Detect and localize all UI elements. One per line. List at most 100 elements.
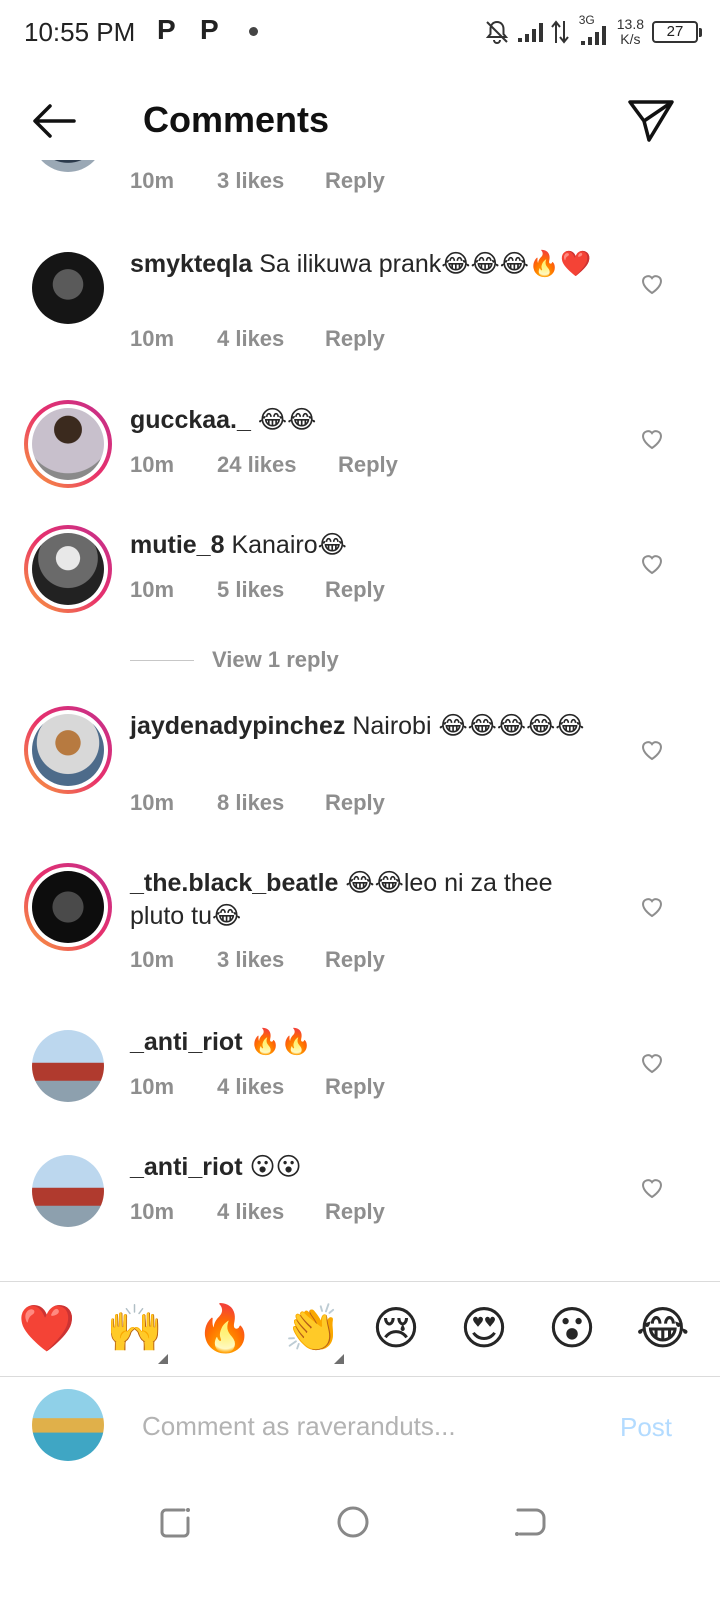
avatar[interactable]: [32, 1030, 104, 1102]
comment-time: 10m: [130, 577, 175, 602]
comment-time: 10m: [130, 790, 175, 815]
avatar[interactable]: [24, 706, 112, 794]
comment-item: smykteqla Sa ilikuwa prank😂😂😂🔥❤️ 10m 4 l…: [0, 246, 720, 386]
heart-icon[interactable]: [640, 428, 664, 450]
comment-username[interactable]: gucckaa._: [130, 406, 251, 434]
comment-time: 10m: [130, 1199, 175, 1224]
header: Comments: [0, 66, 720, 172]
red-heart-emoji-button[interactable]: ❤️: [18, 1300, 75, 1356]
crying-face-emoji-button[interactable]: 😢: [372, 1300, 420, 1356]
comment-meta: 10m 3 likes Reply: [130, 168, 385, 194]
reply-button[interactable]: Reply: [325, 790, 385, 816]
signal-3g-icon: 3G: [577, 13, 609, 45]
share-button[interactable]: [624, 94, 676, 146]
view-replies-button[interactable]: View 1 reply: [130, 647, 339, 673]
avatar[interactable]: [32, 160, 104, 172]
app-notification-icon: P: [157, 14, 176, 45]
reply-button[interactable]: Reply: [325, 168, 385, 194]
comment-item: jaydenadypinchez Nairobi 😂😂😂😂😂 10m 8 lik…: [0, 706, 720, 846]
likes-count[interactable]: 4 likes: [217, 326, 325, 352]
status-time: 10:55 PM: [24, 17, 136, 47]
comment-item: _anti_riot 🔥🔥 10m 4 likes Reply: [0, 1026, 720, 1136]
avatar[interactable]: [32, 252, 104, 324]
heart-eyes-emoji-button[interactable]: 😍: [460, 1300, 508, 1356]
comment-text: jaydenadypinchez Nairobi 😂😂😂😂😂: [130, 710, 600, 743]
heart-icon[interactable]: [640, 1052, 664, 1074]
clapping-hands-emoji-button[interactable]: 👏: [284, 1300, 341, 1356]
current-user-avatar: [32, 1389, 104, 1461]
comment-meta: 10m 4 likes Reply: [130, 1074, 385, 1100]
paper-plane-icon: [628, 100, 674, 142]
avatar[interactable]: [24, 400, 112, 488]
comment-text: mutie_8 Kanairo😂: [130, 529, 610, 562]
likes-count[interactable]: 3 likes: [217, 168, 325, 194]
speed-value: 13.8: [616, 16, 644, 32]
reply-button[interactable]: Reply: [325, 326, 385, 352]
comment-meta: 10m 3 likes Reply: [130, 947, 385, 973]
heart-icon[interactable]: [640, 739, 664, 761]
comment-username[interactable]: mutie_8: [130, 531, 224, 559]
comment-username[interactable]: smykteqla: [130, 250, 252, 278]
page-title: Comments: [143, 99, 330, 140]
likes-count[interactable]: 5 likes: [217, 577, 325, 603]
battery-level: 27: [666, 23, 684, 40]
comment-item: 10m 3 likes Reply: [0, 160, 720, 210]
avatar[interactable]: [24, 863, 112, 951]
reply-button[interactable]: Reply: [325, 947, 385, 973]
comment-body: Kanairo😂: [231, 531, 347, 559]
comments-list[interactable]: 10m 3 likes Reply smykteqla Sa ilikuwa p…: [0, 160, 720, 1286]
app-notification-icon: P: [200, 14, 219, 45]
comment-input[interactable]: [142, 1404, 582, 1448]
comment-text: _the.black_beatle 😂😂leo ni za thee pluto…: [130, 867, 600, 933]
likes-count[interactable]: 24 likes: [217, 452, 338, 478]
likes-count[interactable]: 8 likes: [217, 790, 325, 816]
likes-count[interactable]: 3 likes: [217, 947, 325, 973]
comment-username[interactable]: jaydenadypinchez: [130, 712, 345, 740]
recent-apps-icon[interactable]: [154, 1500, 198, 1544]
likes-count[interactable]: 4 likes: [217, 1199, 325, 1225]
comment-time: 10m: [130, 947, 175, 972]
avatar[interactable]: [32, 1155, 104, 1227]
reply-button[interactable]: Reply: [338, 452, 398, 478]
comment-username[interactable]: _anti_riot: [130, 1028, 243, 1056]
reply-button[interactable]: Reply: [325, 577, 385, 603]
view-replies-label: View 1 reply: [212, 647, 339, 672]
comment-text: _anti_riot 😮😮: [130, 1151, 610, 1184]
more-notifications-dot: [249, 27, 258, 36]
post-button[interactable]: Post: [620, 1412, 672, 1443]
reply-button[interactable]: Reply: [325, 1199, 385, 1225]
reply-button[interactable]: Reply: [325, 1074, 385, 1100]
back-nav-icon[interactable]: [508, 1500, 552, 1544]
comment-text: _anti_riot 🔥🔥: [130, 1026, 610, 1059]
comment-time: 10m: [130, 1074, 175, 1099]
comment-text: smykteqla Sa ilikuwa prank😂😂😂🔥❤️: [130, 248, 610, 281]
tears-of-joy-emoji-button[interactable]: 😂: [636, 1300, 690, 1356]
heart-icon[interactable]: [640, 273, 664, 295]
comment-meta: 10m 8 likes Reply: [130, 790, 385, 816]
comment-body: Sa ilikuwa prank😂😂😂🔥❤️: [259, 250, 592, 278]
system-navigation-bar: [0, 1480, 720, 1600]
comment-username[interactable]: _anti_riot: [130, 1153, 243, 1181]
status-indicators: 3G 13.8 K/s 27: [484, 13, 702, 50]
comment-username[interactable]: _the.black_beatle: [130, 869, 338, 897]
comment-time: 10m: [130, 452, 175, 477]
surprised-face-emoji-button[interactable]: 😮: [548, 1300, 596, 1356]
fire-emoji-button[interactable]: 🔥: [196, 1300, 253, 1356]
likes-count[interactable]: 4 likes: [217, 1074, 325, 1100]
heart-icon[interactable]: [640, 1177, 664, 1199]
network-speed: 13.8 K/s: [617, 17, 644, 47]
comment-meta: 10m 4 likes Reply: [130, 1199, 385, 1225]
comment-item: _the.black_beatle 😂😂leo ni za thee pluto…: [0, 863, 720, 1003]
heart-icon[interactable]: [640, 553, 664, 575]
comment-meta: 10m 24 likes Reply: [130, 452, 398, 478]
status-bar: 10:55 PM P P 3G 13.8 K/s 27: [0, 0, 720, 66]
home-icon[interactable]: [331, 1500, 375, 1544]
arrow-left-icon: [33, 104, 76, 138]
back-button[interactable]: [26, 96, 82, 146]
comment-item: gucckaa._ 😂😂 10m 24 likes Reply: [0, 400, 720, 510]
quick-reaction-bar: ❤️ 🙌 🔥 👏 😢 😍 😮 😂: [0, 1281, 720, 1377]
raising-hands-emoji-button[interactable]: 🙌: [106, 1300, 163, 1356]
heart-icon[interactable]: [640, 896, 664, 918]
comment-composer: Post: [0, 1378, 720, 1478]
avatar[interactable]: [24, 525, 112, 613]
